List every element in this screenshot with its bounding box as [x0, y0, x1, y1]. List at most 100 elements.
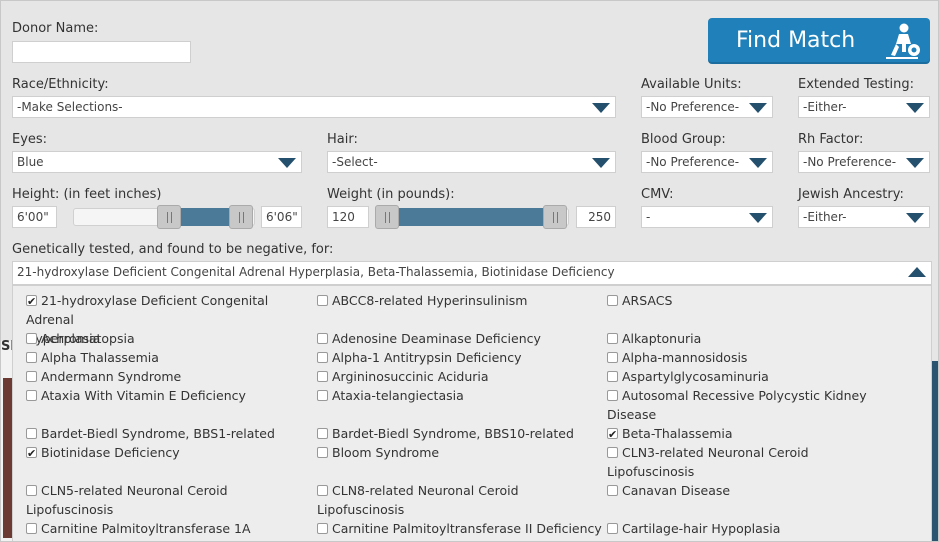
- genetic-option-label: Alkaptonuria: [622, 331, 702, 346]
- chevron-down-icon: [906, 103, 924, 113]
- genetic-option-label-cont: Lipofuscinosis: [317, 502, 405, 517]
- find-match-button[interactable]: Find Match: [708, 18, 930, 64]
- genetic-option[interactable]: Ataxia With Vitamin E Deficiency: [26, 386, 318, 405]
- chevron-down-icon: [592, 158, 610, 168]
- checkbox[interactable]: [607, 295, 618, 306]
- checkbox[interactable]: [317, 295, 328, 306]
- hair-select[interactable]: -Select-: [327, 151, 616, 173]
- weight-label: Weight (in pounds):: [327, 187, 455, 202]
- rh-factor-select[interactable]: -No Preference-: [798, 151, 930, 173]
- race-select[interactable]: -Make Selections-: [12, 96, 616, 118]
- genetic-option[interactable]: Andermann Syndrome: [26, 367, 318, 386]
- genetic-option[interactable]: Argininosuccinic Aciduria: [317, 367, 609, 386]
- weight-min-input[interactable]: 120: [327, 206, 369, 228]
- eyes-select[interactable]: Blue: [12, 151, 302, 173]
- checkbox[interactable]: [317, 333, 328, 344]
- genetic-option[interactable]: Achromatopsia: [26, 329, 318, 348]
- race-select-value: -Make Selections-: [17, 100, 123, 114]
- checkbox[interactable]: [317, 390, 328, 401]
- cmv-select[interactable]: -: [641, 206, 773, 228]
- donor-search-panel: Donor Name: Find Match Race/Ethnicity: -…: [0, 0, 939, 542]
- checkbox[interactable]: [26, 390, 37, 401]
- checkbox-checked[interactable]: [26, 444, 37, 463]
- jewish-ancestry-select[interactable]: -Either-: [798, 206, 930, 228]
- genetic-option-label: ARSACS: [622, 293, 673, 308]
- genetic-option[interactable]: Bardet-Biedl Syndrome, BBS1-related: [26, 424, 318, 443]
- checkbox-checked[interactable]: [607, 425, 618, 444]
- checkbox[interactable]: [317, 371, 328, 382]
- checkbox[interactable]: [317, 428, 328, 439]
- checkbox[interactable]: [317, 352, 328, 363]
- genetic-option[interactable]: Autosomal Recessive Polycystic Kidney Dis…: [607, 386, 899, 424]
- checkbox[interactable]: [26, 485, 37, 496]
- genetic-option[interactable]: Alpha-1 Antitrypsin Deficiency: [317, 348, 609, 367]
- genetic-option[interactable]: CLN5-related Neuronal Ceroid Lipofuscinos…: [26, 481, 318, 519]
- checkbox[interactable]: [317, 523, 328, 534]
- genetic-option[interactable]: CLN8-related Neuronal Ceroid Lipofuscinos…: [317, 481, 609, 519]
- checkbox[interactable]: [26, 333, 37, 344]
- checkbox[interactable]: [317, 485, 328, 496]
- height-max-input[interactable]: 6'06": [261, 206, 302, 228]
- checkbox-checked[interactable]: [26, 292, 37, 311]
- genetic-option[interactable]: ARSACS: [607, 291, 899, 310]
- genetic-option[interactable]: Carnitine Palmitoyltransferase II Defici…: [317, 519, 609, 538]
- genetic-option-label: Autosomal Recessive Polycystic Kidney: [622, 388, 867, 403]
- genetic-option[interactable]: Cartilage-hair Hypoplasia: [607, 519, 899, 538]
- rh-factor-value: -No Preference-: [803, 155, 897, 169]
- genetic-option[interactable]: Carnitine Palmitoyltransferase 1A Defici…: [26, 519, 318, 541]
- height-slider-max-handle[interactable]: [229, 205, 253, 229]
- genetic-option[interactable]: Alpha Thalassemia: [26, 348, 318, 367]
- chevron-up-icon: [908, 267, 926, 277]
- available-units-select[interactable]: -No Preference-: [641, 96, 773, 118]
- donor-name-input[interactable]: [12, 41, 191, 63]
- genetic-option[interactable]: Beta-Thalassemia: [607, 424, 899, 444]
- genetic-option-label: Aspartylglycosaminuria: [622, 369, 769, 384]
- checkbox[interactable]: [26, 371, 37, 382]
- weight-slider-max-handle[interactable]: [543, 205, 567, 229]
- checkbox[interactable]: [607, 485, 618, 496]
- background-sidebar: [932, 361, 938, 541]
- genetic-option[interactable]: Bloom Syndrome: [317, 443, 609, 462]
- weight-slider-min-handle[interactable]: [375, 205, 399, 229]
- blood-group-select[interactable]: -No Preference-: [641, 151, 773, 173]
- checkbox[interactable]: [26, 428, 37, 439]
- genetic-option[interactable]: CLN3-related Neuronal Ceroid Lipofuscinos…: [607, 443, 899, 481]
- genetic-option[interactable]: Alpha-mannosidosis: [607, 348, 899, 367]
- genetic-option[interactable]: Aspartylglycosaminuria: [607, 367, 899, 386]
- person-with-baby-icon: [886, 23, 920, 59]
- genetic-option-label: Bardet-Biedl Syndrome, BBS1-related: [41, 426, 275, 441]
- eyes-value: Blue: [17, 155, 44, 169]
- height-slider-min-handle[interactable]: [157, 205, 181, 229]
- checkbox[interactable]: [607, 523, 618, 534]
- checkbox[interactable]: [607, 352, 618, 363]
- genetic-option[interactable]: Canavan Disease: [607, 481, 899, 500]
- chevron-down-icon: [278, 158, 296, 168]
- genetic-option[interactable]: Adenosine Deaminase Deficiency: [317, 329, 609, 348]
- race-label: Race/Ethnicity:: [12, 77, 109, 92]
- genetic-option[interactable]: Alkaptonuria: [607, 329, 899, 348]
- genetic-option[interactable]: ABCC8-related Hyperinsulinism: [317, 291, 609, 310]
- genetic-label: Genetically tested, and found to be nega…: [12, 242, 334, 257]
- genetic-option[interactable]: Biotinidase Deficiency: [26, 443, 318, 463]
- checkbox[interactable]: [26, 523, 37, 534]
- genetic-option-label-cont: Disease: [607, 407, 657, 422]
- genetic-option[interactable]: Bardet-Biedl Syndrome, BBS10-related: [317, 424, 609, 443]
- chevron-down-icon: [749, 103, 767, 113]
- checkbox[interactable]: [317, 447, 328, 458]
- genetic-option-label: Alpha-mannosidosis: [622, 350, 748, 365]
- weight-max-input[interactable]: 250: [576, 206, 616, 228]
- checkbox[interactable]: [607, 390, 618, 401]
- genetic-option-label: Bloom Syndrome: [332, 445, 440, 460]
- checkbox[interactable]: [607, 333, 618, 344]
- genetic-multiselect[interactable]: 21-hydroxylase Deficient Congenital Adre…: [12, 261, 932, 285]
- checkbox[interactable]: [607, 447, 618, 458]
- genetic-option-label: Argininosuccinic Aciduria: [332, 369, 489, 384]
- height-min-input[interactable]: 6'00": [12, 206, 57, 228]
- genetic-option[interactable]: Ataxia-telangiectasia: [317, 386, 609, 405]
- checkbox[interactable]: [26, 352, 37, 363]
- find-match-label: Find Match: [736, 28, 856, 53]
- extended-testing-select[interactable]: -Either-: [798, 96, 930, 118]
- genetic-options-list[interactable]: 21-hydroxylase Deficient Congenital Adre…: [12, 285, 932, 541]
- checkbox[interactable]: [607, 371, 618, 382]
- genetic-option-label: CLN5-related Neuronal Ceroid: [41, 483, 228, 498]
